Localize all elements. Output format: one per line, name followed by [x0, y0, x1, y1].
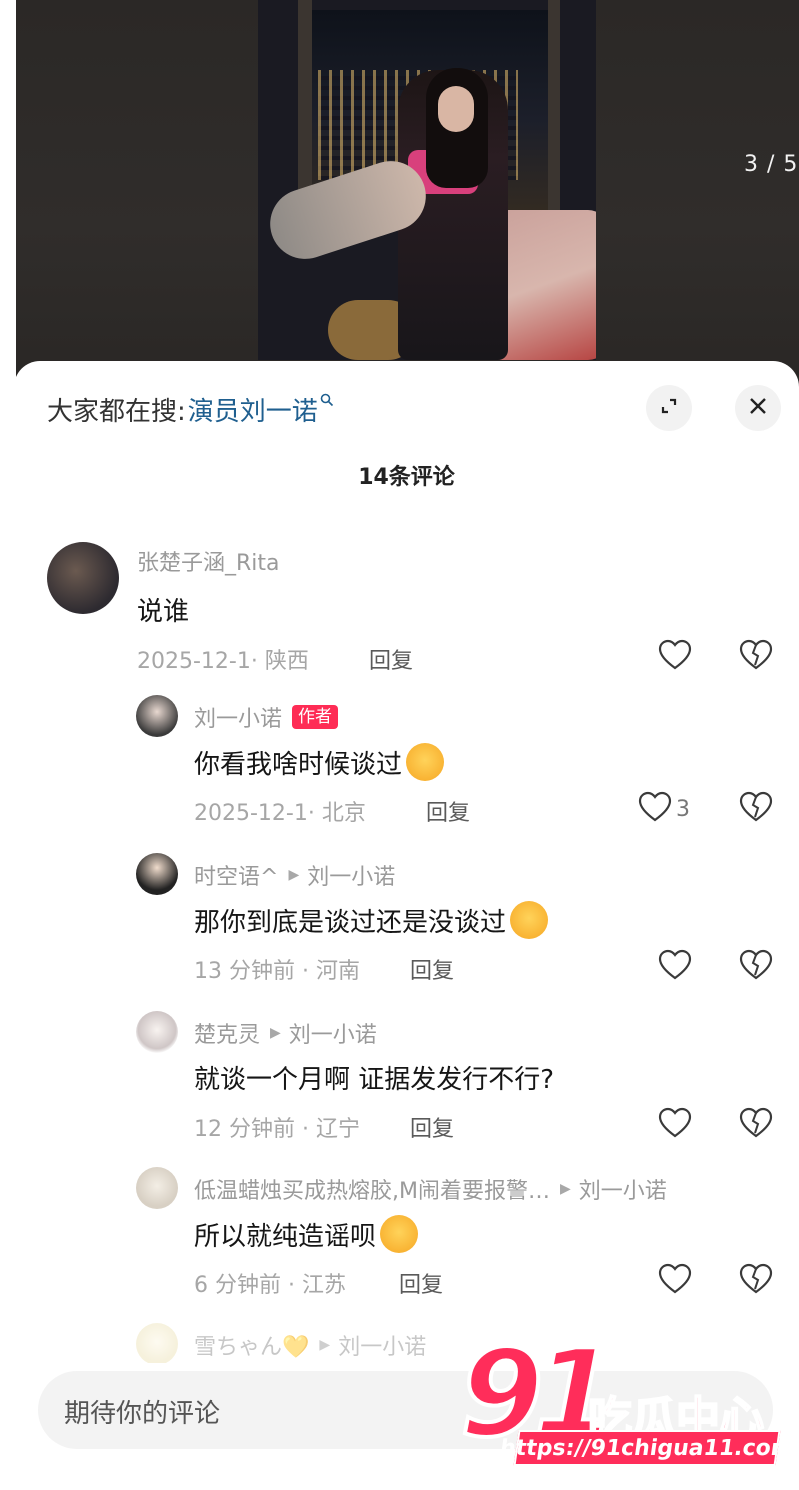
dislike-button[interactable]	[739, 791, 773, 827]
comment-username[interactable]: 雪ちゃん💛 ▶ 刘一小诺	[194, 1329, 426, 1361]
comment-input-placeholder: 期待你的评论	[64, 1399, 221, 1429]
broken-heart-icon	[739, 1107, 773, 1143]
search-suggestion[interactable]: 大家都在搜: 演员刘一诺	[47, 391, 334, 428]
reply-button[interactable]: 回复	[410, 1111, 454, 1143]
post-photo[interactable]	[258, 0, 596, 360]
reply-to-user[interactable]: 刘一小诺	[338, 1329, 426, 1361]
page-indicator: 3 / 5	[744, 152, 799, 177]
username-text[interactable]: 时空语^	[194, 859, 278, 891]
reply-to-user[interactable]: 刘一小诺	[307, 859, 395, 891]
comment-date: 2025-12-1· 北京	[194, 801, 366, 826]
reply-button[interactable]: 回复	[426, 795, 470, 827]
heart-icon	[658, 1263, 692, 1299]
comment-username[interactable]: 刘一小诺 作者	[194, 701, 339, 733]
like-button[interactable]	[658, 639, 692, 675]
search-prefix: 大家都在搜:	[47, 396, 186, 427]
reply-arrow-icon: ▶	[288, 867, 300, 883]
reply-button[interactable]: 回复	[399, 1267, 443, 1299]
comments-sheet: 大家都在搜: 演员刘一诺 14条评论 张楚子涵_Rita 说谁 2025-12-…	[14, 361, 799, 1490]
dislike-button[interactable]	[739, 949, 773, 985]
avatar[interactable]	[136, 1167, 178, 1209]
dislike-button[interactable]	[739, 1107, 773, 1143]
comment-text-content: 你看我啥时候谈过	[194, 749, 403, 780]
comment-count: 14条评论	[358, 465, 455, 490]
comment-reply-item: 时空语^ ▶ 刘一小诺 那你到底是谈过还是没谈过 13 分钟前 · 河南 回复	[14, 851, 799, 1001]
broken-heart-icon	[739, 949, 773, 985]
close-button[interactable]	[735, 385, 781, 431]
comment-item: 张楚子涵_Rita 说谁 2025-12-1· 陕西 回复	[14, 539, 799, 689]
broken-heart-icon	[739, 1263, 773, 1299]
reply-arrow-icon: ▶	[319, 1337, 331, 1353]
comment-username[interactable]: 楚克灵 ▶ 刘一小诺	[194, 1017, 377, 1049]
avatar[interactable]	[47, 542, 119, 614]
screen: 3 / 5 大家都在搜: 演员刘一诺 14条评论 张楚子涵_Rita 说谁 20…	[0, 0, 799, 1490]
like-count: 3	[676, 796, 690, 822]
comment-reply-item: 刘一小诺 作者 你看我啥时候谈过 2025-12-1· 北京 回复 3	[14, 693, 799, 843]
heart-icon	[638, 791, 672, 827]
search-keyword[interactable]: 演员刘一诺	[188, 391, 318, 428]
reply-button[interactable]: 回复	[410, 953, 454, 985]
dislike-button[interactable]	[739, 639, 773, 675]
comment-text: 说谁	[137, 597, 190, 627]
avatar[interactable]	[136, 853, 178, 895]
heart-icon	[658, 1107, 692, 1143]
comment-reply-item: 雪ちゃん💛 ▶ 刘一小诺	[14, 1321, 799, 1363]
dislike-button[interactable]	[739, 1263, 773, 1299]
avatar[interactable]	[136, 1323, 178, 1363]
face	[438, 86, 474, 132]
comment-date: 13 分钟前 · 河南	[194, 959, 360, 984]
comment-username[interactable]: 时空语^ ▶ 刘一小诺	[194, 859, 395, 891]
media-viewer[interactable]	[16, 0, 799, 380]
username-text[interactable]: 低温蜡烛买成热熔胶,M闹着要报警…	[194, 1173, 550, 1205]
comment-username[interactable]: 张楚子涵_Rita	[137, 545, 280, 577]
comment-text: 你看我啥时候谈过	[194, 743, 445, 781]
comment-text: 就谈一个月啊 证据发发行不行?	[194, 1065, 555, 1095]
broken-heart-icon	[739, 791, 773, 827]
comment-text: 那你到底是谈过还是没谈过	[194, 901, 549, 939]
username-text[interactable]: 楚克灵	[194, 1017, 260, 1049]
emoji-icon	[510, 901, 549, 939]
avatar[interactable]	[136, 1011, 178, 1053]
avatar[interactable]	[136, 695, 178, 737]
author-badge: 作者	[292, 705, 339, 729]
comment-reply-item: 楚克灵 ▶ 刘一小诺 就谈一个月啊 证据发发行不行? 12 分钟前 · 辽宁 回…	[14, 1009, 799, 1159]
like-button[interactable]	[658, 1263, 692, 1299]
like-button[interactable]: 3	[638, 791, 690, 827]
username-text[interactable]: 雪ちゃん💛	[194, 1329, 309, 1361]
watermark-url: https://91chigua11.com	[498, 1430, 796, 1466]
close-icon	[746, 394, 770, 422]
heart-icon	[658, 639, 692, 675]
reply-button[interactable]: 回复	[369, 643, 413, 675]
emoji-icon	[406, 743, 445, 781]
like-button[interactable]	[658, 949, 692, 985]
username-text[interactable]: 刘一小诺	[194, 701, 282, 733]
heart-icon	[658, 949, 692, 985]
broken-heart-icon	[739, 639, 773, 675]
comment-date: 2025-12-1· 陕西	[137, 649, 309, 674]
comment-username[interactable]: 低温蜡烛买成热熔胶,M闹着要报警… ▶ 刘一小诺	[194, 1173, 667, 1205]
expand-icon	[657, 394, 681, 422]
comment-date: 6 分钟前 · 江苏	[194, 1273, 346, 1298]
comment-text: 所以就纯造谣呗	[194, 1215, 419, 1253]
search-icon	[320, 392, 334, 411]
reply-to-user[interactable]: 刘一小诺	[289, 1017, 377, 1049]
comment-text-content: 那你到底是谈过还是没谈过	[194, 907, 507, 938]
comment-reply-item: 低温蜡烛买成热熔胶,M闹着要报警… ▶ 刘一小诺 所以就纯造谣呗 6 分钟前 ·…	[14, 1165, 799, 1315]
window-frame	[548, 0, 560, 230]
reply-arrow-icon: ▶	[270, 1025, 281, 1041]
comment-date: 12 分钟前 · 辽宁	[194, 1117, 360, 1142]
like-button[interactable]	[658, 1107, 692, 1143]
expand-button[interactable]	[646, 385, 692, 431]
reply-arrow-icon: ▶	[559, 1181, 571, 1197]
reply-to-user[interactable]: 刘一小诺	[579, 1173, 667, 1205]
emoji-icon	[380, 1215, 419, 1253]
comment-text-content: 所以就纯造谣呗	[194, 1221, 377, 1252]
